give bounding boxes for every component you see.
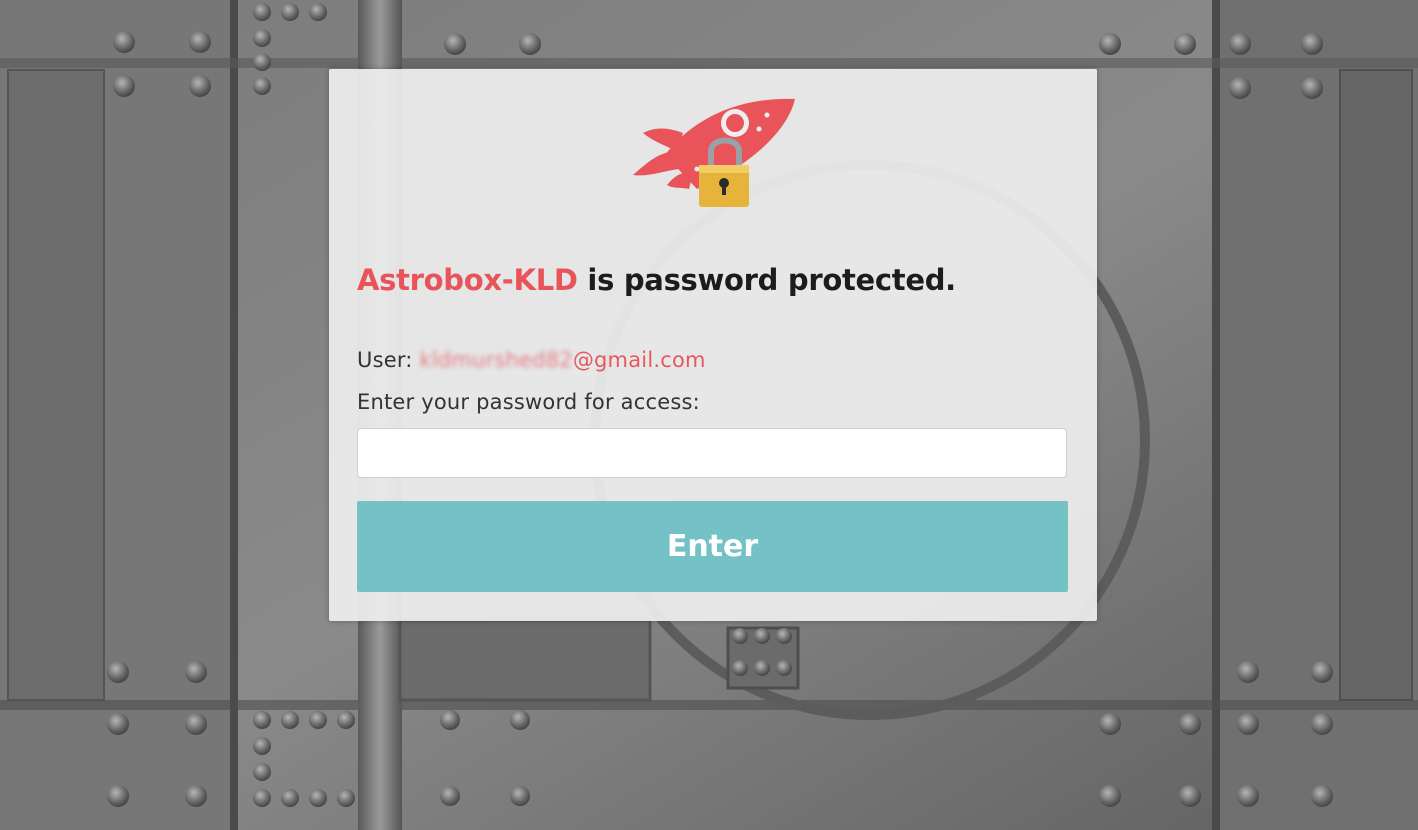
app-name: Astrobox-KLD [357,263,578,297]
password-prompt: Enter your password for access: [357,390,700,414]
user-label: User: [357,348,413,372]
password-input[interactable] [357,428,1067,478]
rocket-lock-icon [633,98,795,207]
enter-button[interactable]: Enter [357,501,1068,592]
user-email-obscured: kldmurshed82 [419,348,573,372]
password-dialog: Astrobox-KLD is password protected. User… [329,69,1097,621]
page-title: Astrobox-KLD is password protected. [357,263,956,297]
user-info: User: kldmurshed82@gmail.com [357,348,706,372]
protected-message: is password protected. [577,263,956,297]
user-email-domain: @gmail.com [572,348,706,372]
